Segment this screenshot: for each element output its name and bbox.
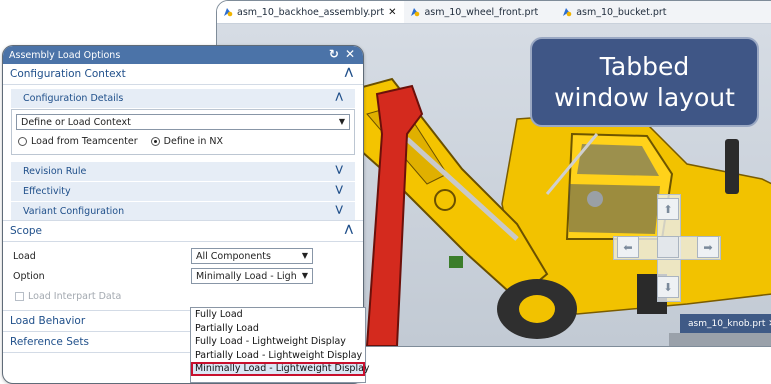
subsection-label: Revision Rule: [23, 166, 87, 177]
radio-label: Load from Teamcenter: [31, 136, 138, 147]
radio-load-from-teamcenter[interactable]: Load from Teamcenter: [18, 136, 138, 147]
part-file-icon: [224, 8, 233, 17]
dock-top-icon[interactable]: ⬆: [657, 198, 679, 220]
load-combo[interactable]: All Components ▼: [191, 248, 313, 264]
load-combo-value: All Components: [196, 250, 271, 262]
tab-bucket[interactable]: asm_10_bucket.prt: [556, 1, 674, 23]
context-combo-value: Define or Load Context: [21, 116, 131, 128]
dropdown-option-minimally-load-lightweight[interactable]: Minimally Load - Lightweight Display: [191, 362, 370, 376]
dock-right-icon[interactable]: ➡: [697, 236, 719, 258]
load-interpart-data-checkbox[interactable]: Load Interpart Data: [15, 291, 121, 302]
radio-label: Define in NX: [163, 136, 223, 147]
subsection-label: Configuration Details: [23, 93, 124, 104]
configuration-details-box: Define or Load Context ▼ Load from Teamc…: [11, 109, 355, 155]
context-combo[interactable]: Define or Load Context ▼: [16, 114, 350, 130]
load-label: Load: [13, 251, 36, 262]
section-label: Reference Sets: [10, 336, 89, 348]
option-combo-value: Minimally Load - Ligh: [196, 270, 297, 282]
tab-label: asm_10_bucket.prt: [576, 6, 667, 18]
section-label: Load Behavior: [10, 315, 86, 327]
chevron-up-icon: ⋀: [335, 92, 343, 102]
chevron-down-icon: ▼: [301, 251, 308, 260]
callout-line-2: window layout: [554, 83, 735, 112]
docking-guide[interactable]: ⬆ ⬅ ➡ ⬇: [613, 192, 723, 302]
option-dropdown-list: Fully Load Partially Load Fully Load - L…: [190, 307, 370, 383]
tab-backhoe-assembly[interactable]: asm_10_backhoe_assembly.prt ✕: [217, 1, 405, 23]
subsection-label: Variant Configuration: [23, 206, 125, 217]
dropdown-option-partially-load[interactable]: Partially Load: [191, 322, 365, 336]
chevron-down-icon: ⋁: [335, 165, 343, 175]
dialog-title-bar: Assembly Load Options ↻ ✕: [3, 46, 363, 64]
radio-on-icon: [150, 137, 160, 146]
tab-label: asm_10_wheel_front.prt: [424, 6, 539, 18]
dropdown-option-fully-load[interactable]: Fully Load: [191, 308, 365, 322]
option-label: Option: [13, 271, 45, 282]
reset-icon[interactable]: ↻: [329, 47, 339, 61]
option-combo[interactable]: Minimally Load - Ligh ▼: [191, 268, 313, 284]
subsection-revision-rule[interactable]: Revision Rule ⋁: [11, 162, 355, 181]
callout-line-1: Tabbed: [599, 52, 690, 81]
tabbed-layout-callout: Tabbed window layout: [530, 37, 759, 127]
configuration-context-body: Configuration Details ⋀ Define or Load C…: [3, 85, 363, 221]
subsection-variant-configuration[interactable]: Variant Configuration ⋁: [11, 202, 355, 221]
tab-wheel-front[interactable]: asm_10_wheel_front.prt: [404, 1, 546, 23]
dock-bottom-icon[interactable]: ⬇: [657, 276, 679, 298]
dropdown-option-partially-load-lightweight[interactable]: Partially Load - Lightweight Display: [191, 349, 365, 363]
docked-knob-window: [669, 333, 771, 346]
chevron-down-icon: ⋁: [335, 185, 343, 195]
radio-off-icon: [18, 137, 27, 146]
section-configuration-context[interactable]: Configuration Context ⋀: [3, 64, 363, 85]
tab-knob[interactable]: asm_10_knob.prt ✕: [680, 314, 771, 333]
subsection-configuration-details[interactable]: Configuration Details ⋀: [11, 89, 355, 108]
chevron-up-icon: ⋀: [344, 67, 353, 78]
dialog-title: Assembly Load Options: [9, 49, 121, 61]
subsection-effectivity[interactable]: Effectivity ⋁: [11, 182, 355, 201]
part-file-icon: [411, 8, 420, 17]
section-label: Configuration Context: [10, 68, 126, 80]
dock-left-icon[interactable]: ⬅: [617, 236, 639, 258]
section-scope[interactable]: Scope ⋀: [3, 220, 363, 242]
section-label: Scope: [10, 225, 42, 237]
close-icon[interactable]: ✕: [345, 47, 355, 61]
close-tab-icon[interactable]: ✕: [388, 7, 396, 18]
tab-label: asm_10_backhoe_assembly.prt: [237, 6, 385, 18]
chevron-down-icon: ⋁: [335, 205, 343, 215]
dock-center-icon[interactable]: [657, 236, 679, 258]
chevron-down-icon: ▼: [338, 117, 345, 126]
checkbox-icon: [15, 292, 24, 301]
dropdown-option-fully-load-lightweight[interactable]: Fully Load - Lightweight Display: [191, 335, 365, 349]
chevron-up-icon: ⋀: [344, 224, 353, 235]
document-tab-bar: asm_10_backhoe_assembly.prt ✕ asm_10_whe…: [217, 1, 771, 24]
radio-define-in-nx[interactable]: Define in NX: [150, 136, 223, 147]
checkbox-label: Load Interpart Data: [28, 291, 122, 302]
scope-body: Load All Components ▼ Option Minimally L…: [3, 242, 363, 310]
part-file-icon: [563, 8, 572, 17]
chevron-down-icon: ▼: [301, 271, 308, 280]
subsection-label: Effectivity: [23, 186, 71, 197]
